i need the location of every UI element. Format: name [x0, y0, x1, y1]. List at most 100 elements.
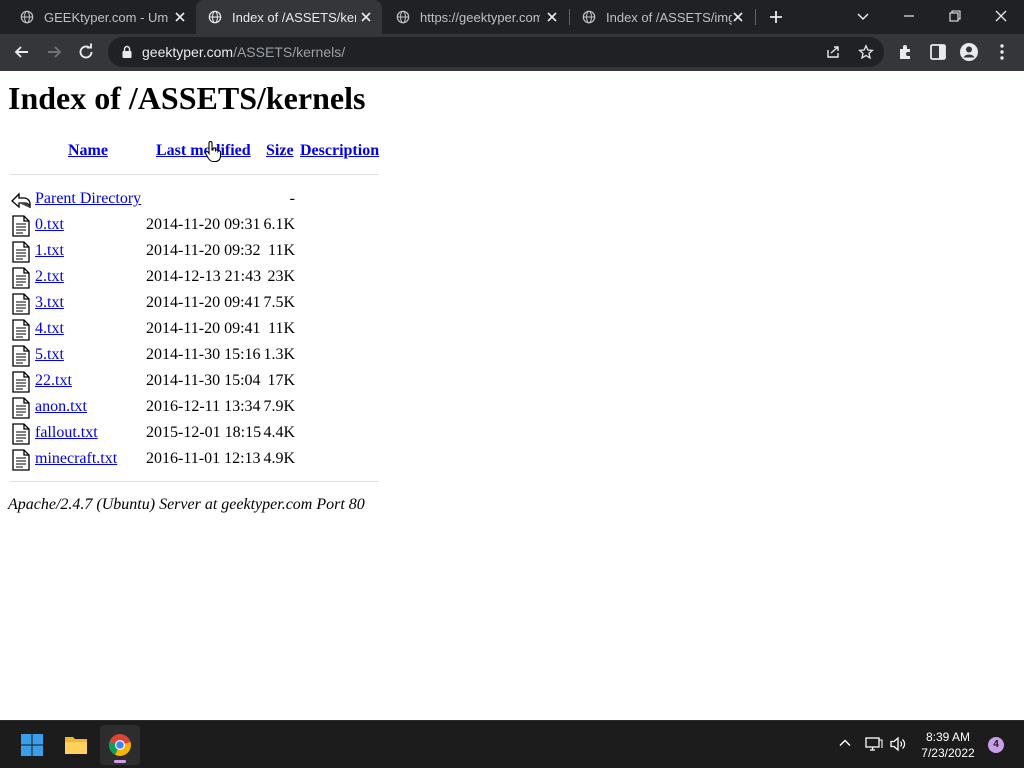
file-link[interactable]: 2.txt	[35, 267, 64, 287]
parent-directory-link[interactable]: Parent Directory	[35, 189, 141, 209]
close-tab-icon[interactable]	[544, 9, 560, 25]
file-size: 7.9K	[263, 398, 295, 415]
file-row: anon.txt 2016-12-11 13:34 7.9K	[10, 397, 390, 423]
file-link[interactable]: 0.txt	[35, 215, 64, 235]
tab-separator	[755, 9, 756, 25]
clock-date: 7/23/2022	[921, 746, 975, 760]
side-panel-icon[interactable]	[928, 42, 948, 62]
back-arrow-icon[interactable]	[12, 42, 32, 62]
file-link[interactable]: 1.txt	[35, 241, 64, 261]
file-size: 6.1K	[263, 216, 295, 233]
file-last-modified: 2014-11-20 09:32	[146, 242, 261, 259]
file-link[interactable]: minecraft.txt	[35, 449, 117, 469]
file-row: 22.txt 2014-11-30 15:04 17K	[10, 371, 390, 397]
tab-index-kernels[interactable]: Index of /ASSETS/kernels	[196, 0, 382, 34]
clock-time: 8:39 AM	[925, 730, 971, 744]
page-content: Index of /ASSETS/kernels Name Last modif…	[0, 71, 1024, 720]
file-link[interactable]: 22.txt	[35, 371, 72, 391]
globe-icon	[396, 10, 410, 24]
parent-directory-row: Parent Directory -	[10, 189, 390, 215]
tab-geektyper[interactable]: GEEKtyper.com - Umm	[8, 0, 194, 34]
file-row: 2.txt 2014-12-13 21:43 23K	[10, 267, 390, 293]
hand-cursor-icon	[204, 141, 222, 163]
file-link[interactable]: 4.txt	[35, 319, 64, 339]
file-row: 1.txt 2014-11-20 09:32 11K	[10, 241, 390, 267]
forward-arrow-icon[interactable]	[44, 42, 64, 62]
restore-button[interactable]	[932, 0, 978, 32]
address-bar[interactable]: geektyper.com/ASSETS/kernels/	[108, 37, 884, 67]
file-last-modified: 2014-11-20 09:31	[146, 216, 261, 233]
file-size: 23K	[267, 268, 295, 285]
file-link[interactable]: fallout.txt	[35, 423, 98, 443]
file-size: 1.3K	[263, 346, 295, 363]
file-size: -	[289, 190, 295, 207]
minimize-icon	[904, 15, 914, 17]
clock[interactable]: 8:39 AM 7/23/2022	[912, 729, 984, 761]
file-size: 11K	[268, 320, 295, 337]
minimize-button[interactable]	[886, 0, 932, 32]
extensions-puzzle-icon[interactable]	[896, 42, 916, 62]
text-file-icon	[12, 293, 30, 315]
volume-icon[interactable]	[889, 736, 907, 752]
profile-avatar-icon[interactable]	[959, 42, 979, 62]
start-button[interactable]	[12, 725, 52, 765]
back-arrow-icon	[11, 192, 31, 209]
file-row: 4.txt 2014-11-20 09:41 11K	[10, 319, 390, 345]
text-file-icon	[12, 371, 30, 393]
restore-icon	[949, 10, 961, 22]
chrome-taskbar-button[interactable]	[100, 725, 140, 765]
tab-index-img[interactable]: Index of /ASSETS/img	[570, 0, 754, 34]
file-link[interactable]: anon.txt	[35, 397, 87, 417]
text-file-icon	[12, 267, 30, 289]
close-tab-icon[interactable]	[172, 9, 188, 25]
reload-icon[interactable]	[76, 42, 96, 62]
globe-icon	[20, 10, 34, 24]
text-file-icon	[12, 423, 30, 445]
file-last-modified: 2016-12-11 13:34	[146, 398, 261, 415]
chevron-up-icon[interactable]	[838, 736, 852, 750]
share-icon[interactable]	[825, 44, 841, 60]
text-file-icon	[12, 215, 30, 237]
file-row: minecraft.txt 2016-11-01 12:13 4.9K	[10, 449, 390, 475]
globe-icon	[582, 10, 596, 24]
url-text[interactable]: geektyper.com/ASSETS/kernels/	[142, 44, 345, 60]
page-title: Index of /ASSETS/kernels	[8, 80, 366, 116]
file-explorer-button[interactable]	[56, 725, 96, 765]
column-header-description[interactable]: Description	[300, 141, 379, 161]
tab-title: GEEKtyper.com - Umm	[44, 10, 168, 25]
file-last-modified: 2014-11-30 15:04	[146, 372, 261, 389]
file-last-modified: 2016-11-01 12:13	[146, 450, 261, 467]
bookmark-star-icon[interactable]	[858, 44, 874, 60]
file-link[interactable]: 3.txt	[35, 293, 64, 313]
file-last-modified: 2014-11-20 09:41	[146, 320, 261, 337]
divider	[10, 481, 379, 482]
file-row: fallout.txt 2015-12-01 18:15 4.4K	[10, 423, 390, 449]
file-last-modified: 2014-12-13 21:43	[146, 268, 262, 285]
text-file-icon	[12, 449, 30, 471]
file-last-modified: 2015-12-01 18:15	[146, 424, 262, 441]
close-tab-icon[interactable]	[730, 9, 746, 25]
text-file-icon	[12, 345, 30, 367]
file-link[interactable]: 5.txt	[35, 345, 64, 365]
lock-icon[interactable]	[121, 45, 133, 59]
column-header-name[interactable]: Name	[68, 141, 108, 161]
url-path: /ASSETS/kernels/	[233, 44, 346, 60]
tab-title: Index of /ASSETS/kernels	[232, 10, 356, 25]
close-window-button[interactable]	[978, 0, 1024, 32]
network-icon[interactable]	[865, 736, 883, 752]
tab-search-chevron-icon[interactable]	[856, 9, 870, 23]
tab-geektyper-url[interactable]: https://geektyper.com/	[384, 0, 568, 34]
column-header-size[interactable]: Size	[266, 141, 294, 161]
new-tab-icon[interactable]	[768, 9, 784, 25]
file-last-modified: 2014-11-20 09:41	[146, 294, 261, 311]
file-size: 17K	[267, 372, 295, 389]
url-host: geektyper.com	[142, 44, 234, 60]
tab-title: https://geektyper.com/	[420, 10, 540, 25]
globe-icon	[208, 10, 222, 24]
file-last-modified: 2014-11-30 15:16	[146, 346, 261, 363]
more-menu-icon[interactable]	[992, 42, 1012, 62]
file-row: 3.txt 2014-11-20 09:41 7.5K	[10, 293, 390, 319]
close-tab-icon[interactable]	[358, 9, 374, 25]
notification-badge[interactable]: 4	[988, 737, 1004, 753]
file-size: 4.9K	[263, 450, 295, 467]
